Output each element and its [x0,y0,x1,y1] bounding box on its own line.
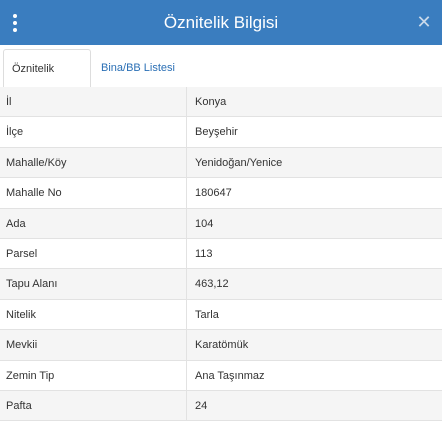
tab-bar: Öznitelik Bilgisi Bina/BB Listesi [0,45,442,113]
row-value: 180647 [195,187,232,200]
tab-bina-bb-listesi[interactable]: Bina/BB Listesi [93,49,183,87]
table-row: Mevkii Karatömük [0,330,442,361]
row-value: 113 [195,247,213,260]
table-row: Parsel 113 [0,238,442,270]
tab-oznitelik-bilgisi[interactable]: Öznitelik Bilgisi [3,49,91,113]
row-label: İlçe [0,117,187,147]
row-value: Tarla [195,308,219,321]
row-value: 24 [195,399,208,412]
row-label: Parsel [0,238,187,269]
attribute-table: İl Konya İlçe Beyşehir Mahalle/Köy Yenid… [0,87,442,421]
row-label: Nitelik [0,299,187,330]
dialog-header: Öznitelik Bilgisi ✕ [0,0,442,45]
table-row: Mahalle/Köy Yenidoğan/Yenice [0,147,442,179]
row-label: İl [0,87,187,117]
row-value: Beyşehir [195,126,238,139]
row-value: Ana Taşınmaz [195,369,265,382]
dialog-title: Öznitelik Bilgisi [163,13,279,32]
table-row: İl Konya [0,87,442,118]
row-label: Tapu Alanı [0,269,187,299]
table-row: Mahalle No 180647 [0,178,442,209]
row-value: Karatömük [195,339,249,352]
table-row: Zemin Tip Ana Taşınmaz [0,360,442,391]
table-row: İlçe Beyşehir [0,117,442,148]
row-label: Zemin Tip [0,360,187,390]
table-row: Pafta 24 [0,390,442,421]
row-label: Ada [0,208,187,238]
row-label: Mahalle/Köy [0,147,187,178]
row-value: 104 [195,217,214,230]
row-label: Mevkii [0,330,187,360]
table-row: Nitelik Tarla [0,299,442,331]
close-icon[interactable]: ✕ [414,12,434,32]
row-value: 463,12 [195,278,229,291]
row-label: Mahalle No [0,178,187,208]
row-value: Yenidoğan/Yenice [195,156,283,169]
row-label: Pafta [0,390,187,421]
row-value: Konya [195,96,227,108]
table-row: Tapu Alanı 463,12 [0,269,442,300]
table-row: Ada 104 [0,208,442,239]
